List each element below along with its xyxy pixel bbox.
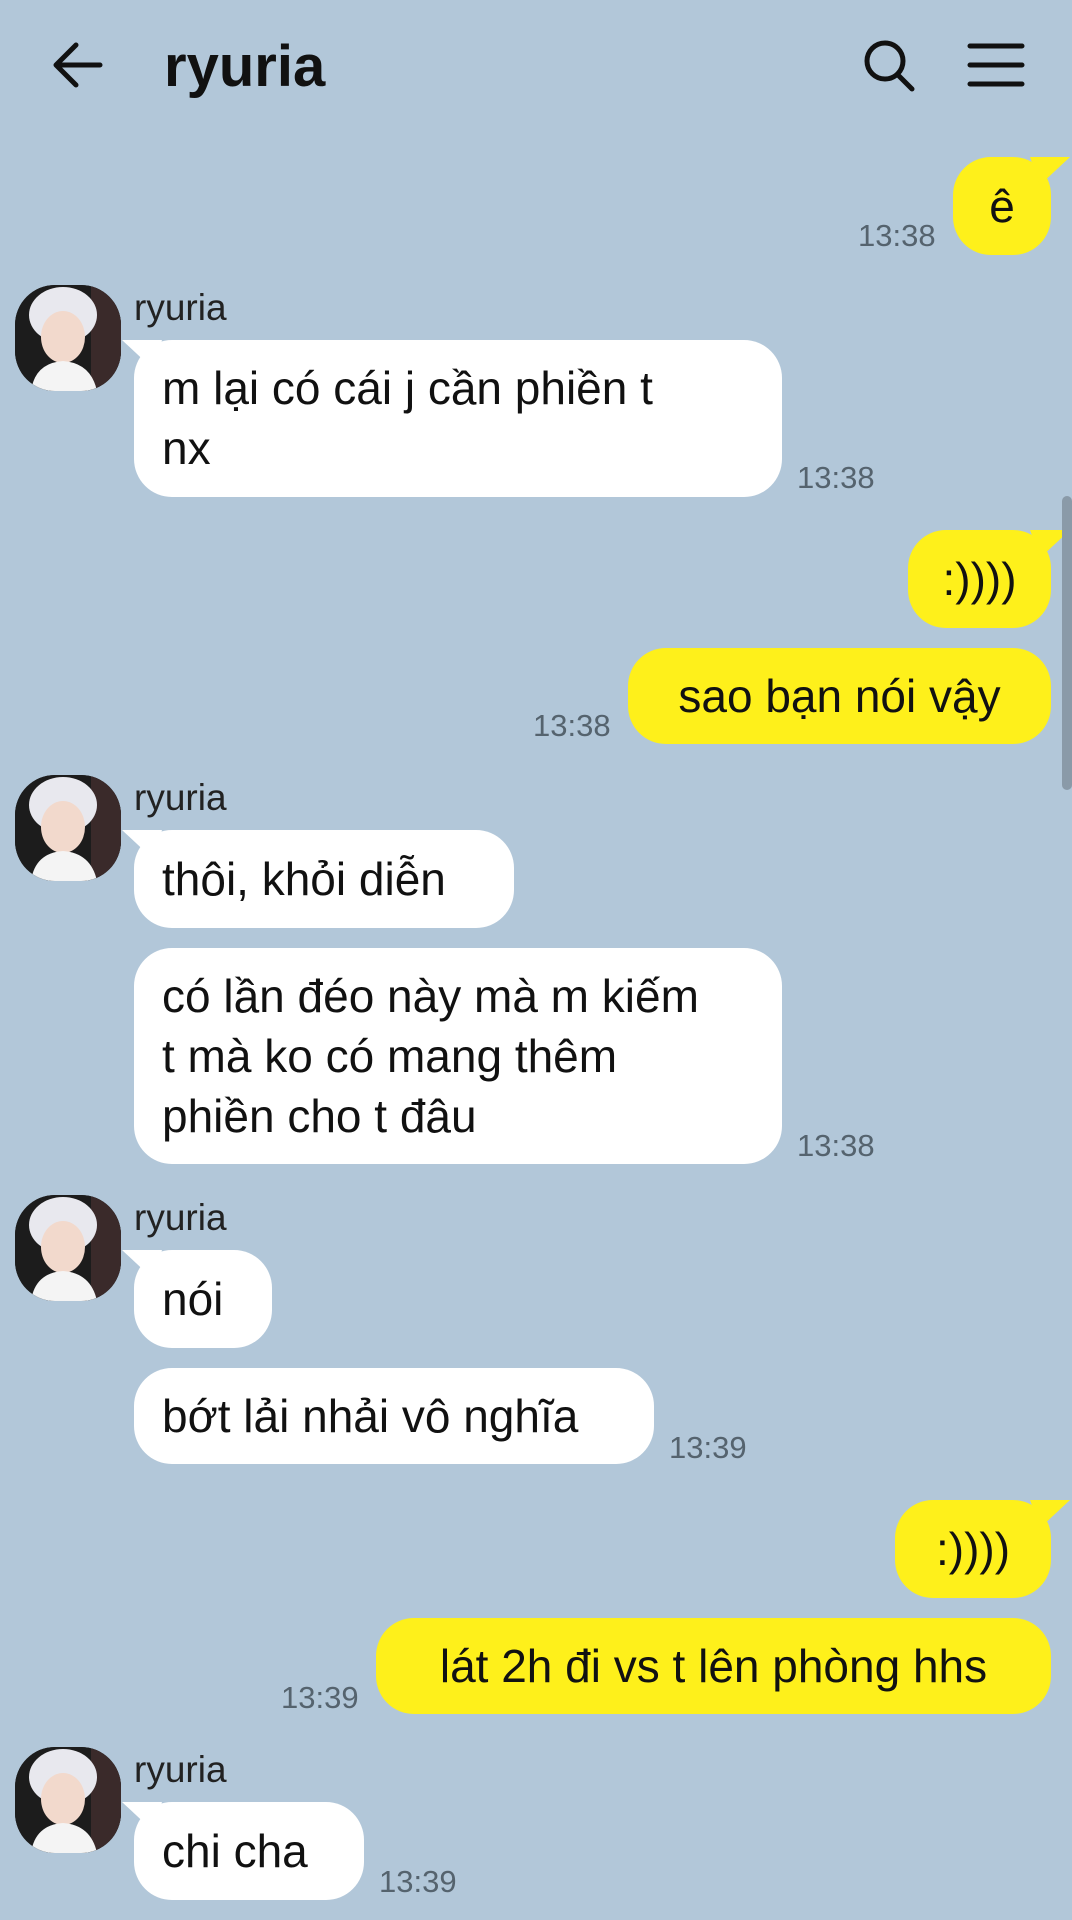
profile-photo-icon [15,285,121,391]
message-text-line: m lại có cái j cần phiền t [162,362,653,414]
message-time: 13:38 [533,708,611,743]
search-icon [864,40,915,92]
back-button[interactable] [40,30,120,100]
message-time: 13:39 [379,1864,457,1899]
chat-title: ryuria [164,34,326,99]
their-message-bubble[interactable]: m lại có cái j cần phiền t nx [134,340,782,497]
profile-photo-icon [15,1195,121,1301]
bubble-tail-icon [1030,1500,1070,1528]
message-time: 13:38 [858,218,936,253]
message-time: 13:39 [669,1430,747,1465]
back-arrow-icon [53,42,103,88]
message-text-line: nx [162,422,211,474]
message-text: nói [162,1273,224,1325]
sender-name: ryuria [134,1749,227,1790]
message-text-line: có lần đéo này mà m kiếm [162,970,699,1022]
message-time: 13:38 [797,460,875,495]
search-button[interactable] [850,30,930,100]
message-text-line: phiền cho t đâu [162,1090,477,1142]
message-text: thôi, khỏi diễn [162,853,446,905]
message-text: lát 2h đi vs t lên phòng hhs [439,1640,988,1692]
their-message-bubble[interactable]: thôi, khỏi diễn [134,830,514,928]
their-message-bubble[interactable]: có lần đéo này mà m kiếm t mà ko có mang… [134,948,782,1164]
message-text: :)))) [942,553,1017,605]
bubble-tail-icon [122,340,162,368]
avatar[interactable] [15,775,121,881]
message-text: bớt lải nhải vô nghĩa [162,1390,579,1442]
their-message-bubble[interactable]: bớt lải nhải vô nghĩa [134,1368,654,1464]
profile-photo-icon [15,1747,121,1853]
profile-photo-icon [15,775,121,881]
their-message-bubble[interactable]: chi cha [134,1802,364,1900]
bubble-tail-icon [122,1250,162,1278]
bubble-tail-icon [122,830,162,858]
message-text: :)))) [935,1523,1011,1575]
sender-name: ryuria [134,287,227,328]
my-message-bubble[interactable]: lát 2h đi vs t lên phòng hhs [376,1618,1051,1714]
my-message-bubble[interactable]: :)))) [895,1500,1051,1598]
my-message-bubble[interactable]: sao bạn nói vậy [628,648,1051,744]
sender-name: ryuria [134,1197,227,1238]
bubble-tail-icon [122,1802,162,1830]
avatar[interactable] [15,1195,121,1301]
message-text: ê [989,180,1015,232]
message-text: chi cha [162,1825,308,1877]
message-text-line: t mà ko có mang thêm [162,1030,618,1082]
bubble-tail-icon [1030,157,1070,185]
message-time: 13:39 [281,1680,359,1715]
avatar[interactable] [15,1747,121,1853]
sender-name: ryuria [134,777,227,818]
menu-button[interactable] [955,30,1035,100]
message-time: 13:38 [797,1128,875,1163]
chat-screen: ryuria ê 13:38 ryuria m lại có cái j cần… [0,0,1072,1920]
hamburger-menu-icon [967,43,1025,87]
message-text: sao bạn nói vậy [678,670,1001,722]
avatar[interactable] [15,285,121,391]
scrollbar[interactable] [1062,496,1072,790]
